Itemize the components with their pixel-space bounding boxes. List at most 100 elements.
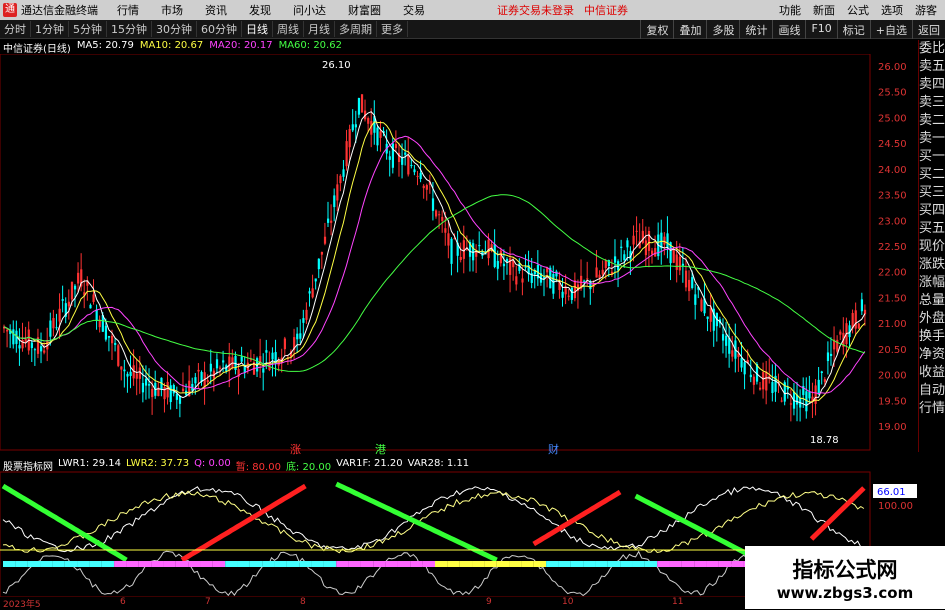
timeframe-0[interactable]: 分时 xyxy=(0,21,31,37)
menu-item-2[interactable]: 资讯 xyxy=(205,4,227,17)
notice-0[interactable]: 证券交易未登录 xyxy=(497,4,574,17)
indicator-name[interactable]: 股票指标网 xyxy=(3,458,53,473)
kline-chart[interactable]: 26.00 25.50 25.00 24.50 24.00 23.50 23.00 22.50… xyxy=(0,54,918,597)
band-cell xyxy=(151,561,164,567)
quote-row-17[interactable]: 净资 xyxy=(919,346,945,364)
notice-1[interactable]: 中信证券 xyxy=(584,4,628,17)
band-cell xyxy=(472,561,485,567)
title-right-4[interactable]: 游客 xyxy=(915,4,937,17)
candle-body xyxy=(524,266,527,268)
menu-item-4[interactable]: 问小达 xyxy=(293,4,326,17)
timeframe-3[interactable]: 15分钟 xyxy=(107,21,152,37)
timeframe-4[interactable]: 30分钟 xyxy=(152,21,197,37)
toolbar-button-1[interactable]: 叠加 xyxy=(673,20,706,39)
band-cell xyxy=(15,561,28,567)
quote-row-19[interactable]: 自动 xyxy=(919,382,945,400)
quote-row-9[interactable]: 买四 xyxy=(919,202,945,220)
indicator-value-5: VAR1F: 21.20 xyxy=(336,458,403,469)
quote-row-20[interactable]: 行情 xyxy=(919,400,945,418)
candle-body xyxy=(647,230,651,251)
menu-item-6[interactable]: 交易 xyxy=(403,4,425,17)
quote-row-18[interactable]: 收益 xyxy=(919,364,945,382)
candle-body xyxy=(505,258,509,262)
candle-body xyxy=(422,185,425,189)
candle-body xyxy=(302,318,305,323)
timeframe-2[interactable]: 5分钟 xyxy=(69,21,107,37)
band-cell xyxy=(570,561,584,567)
toolbar-button-8[interactable]: 返回 xyxy=(912,20,945,39)
timeframe-5[interactable]: 60分钟 xyxy=(197,21,242,37)
candle-body xyxy=(40,346,43,352)
price-tick-1: 25.50 xyxy=(878,88,907,99)
candle-body xyxy=(6,329,9,332)
quote-row-6[interactable]: 买一 xyxy=(919,148,945,166)
candle-body xyxy=(459,256,462,260)
candle-body xyxy=(148,384,151,386)
candle-body xyxy=(181,388,185,392)
candle-body xyxy=(561,291,564,298)
toolbar-button-6[interactable]: 标记 xyxy=(836,20,870,39)
title-right-1[interactable]: 新面 xyxy=(813,4,835,17)
candle-body xyxy=(499,250,502,264)
timeframe-8[interactable]: 月线 xyxy=(304,21,335,37)
candle-body xyxy=(58,308,61,322)
period-toolbar: 分时 1分钟 5分钟 15分钟 30分钟 60分钟 日线 周线 月线 多周期 更多 复权 叠加 多股 统计画… xyxy=(0,20,945,39)
indicator-value-3: 暂: 80.00 xyxy=(235,462,281,473)
toolbar-button-5[interactable]: F10 xyxy=(805,20,836,39)
quote-row-15[interactable]: 外盘 xyxy=(919,310,945,328)
quote-row-14[interactable]: 总量 xyxy=(919,292,945,310)
candle-body xyxy=(43,350,46,353)
menu-item-3[interactable]: 发现 xyxy=(249,4,271,17)
quote-row-11[interactable]: 现价 xyxy=(919,238,945,256)
quote-row-1[interactable]: 卖五 xyxy=(919,58,945,76)
quote-row-8[interactable]: 买三 xyxy=(919,184,945,202)
event-mark-0: 涨 xyxy=(290,443,301,456)
quote-row-13[interactable]: 涨幅 xyxy=(919,274,945,292)
menu-item-1[interactable]: 市场 xyxy=(161,4,183,17)
band-cell xyxy=(114,561,127,567)
quote-row-12[interactable]: 涨跌 xyxy=(919,256,945,274)
band-cell xyxy=(718,561,732,567)
band-cell xyxy=(397,561,411,567)
candle-body xyxy=(641,230,644,243)
quote-row-3[interactable]: 卖三 xyxy=(919,94,945,112)
title-right-menu: 功能 新面 公式 选项 游客 xyxy=(767,2,937,18)
toolbar-button-3[interactable]: 统计 xyxy=(739,20,772,39)
candle-body xyxy=(672,249,675,263)
candle-body xyxy=(342,169,345,177)
timeframe-9[interactable]: 多周期 xyxy=(335,21,377,37)
timeframe-10[interactable]: 更多 xyxy=(377,21,408,37)
timeframe-7[interactable]: 周线 xyxy=(273,21,304,37)
toolbar-button-7[interactable]: +自选 xyxy=(869,20,912,39)
quote-row-7[interactable]: 买二 xyxy=(919,166,945,184)
quote-row-2[interactable]: 卖四 xyxy=(919,76,945,94)
toolbar-button-0[interactable]: 复权 xyxy=(640,20,673,39)
title-right-0[interactable]: 功能 xyxy=(779,4,801,17)
band-cell xyxy=(101,561,115,567)
band-cell xyxy=(509,561,522,567)
menu-item-5[interactable]: 财富圈 xyxy=(348,4,381,17)
toolbar-button-4[interactable]: 画线 xyxy=(772,20,805,39)
candle-body xyxy=(404,152,407,155)
quote-row-0[interactable]: 委比 xyxy=(919,40,945,58)
quote-row-5[interactable]: 卖一 xyxy=(919,130,945,148)
candle-body xyxy=(117,345,120,366)
quote-row-16[interactable]: 换手 xyxy=(919,328,945,346)
toolbar-right: 复权 叠加 多股 统计 画线 F10 标记 +自选 返回 xyxy=(640,20,945,39)
candle-body xyxy=(327,218,330,223)
app-title: 通达信金融终端 xyxy=(21,4,98,17)
timeframe-6[interactable]: 日线 xyxy=(242,21,273,37)
candle-body xyxy=(333,195,336,208)
candle-body xyxy=(502,263,506,267)
ma-label-3: MA60: 20.62 xyxy=(278,40,342,51)
candle-body xyxy=(77,272,80,284)
menu-item-0[interactable]: 行情 xyxy=(117,4,139,17)
candle-body xyxy=(431,198,435,211)
price-panel-frame xyxy=(0,54,871,451)
timeframe-1[interactable]: 1分钟 xyxy=(31,21,69,37)
quote-row-4[interactable]: 卖二 xyxy=(919,112,945,130)
quote-row-10[interactable]: 买五 xyxy=(919,220,945,238)
toolbar-button-2[interactable]: 多股 xyxy=(706,20,739,39)
title-right-2[interactable]: 公式 xyxy=(847,4,869,17)
title-right-3[interactable]: 选项 xyxy=(881,4,903,17)
